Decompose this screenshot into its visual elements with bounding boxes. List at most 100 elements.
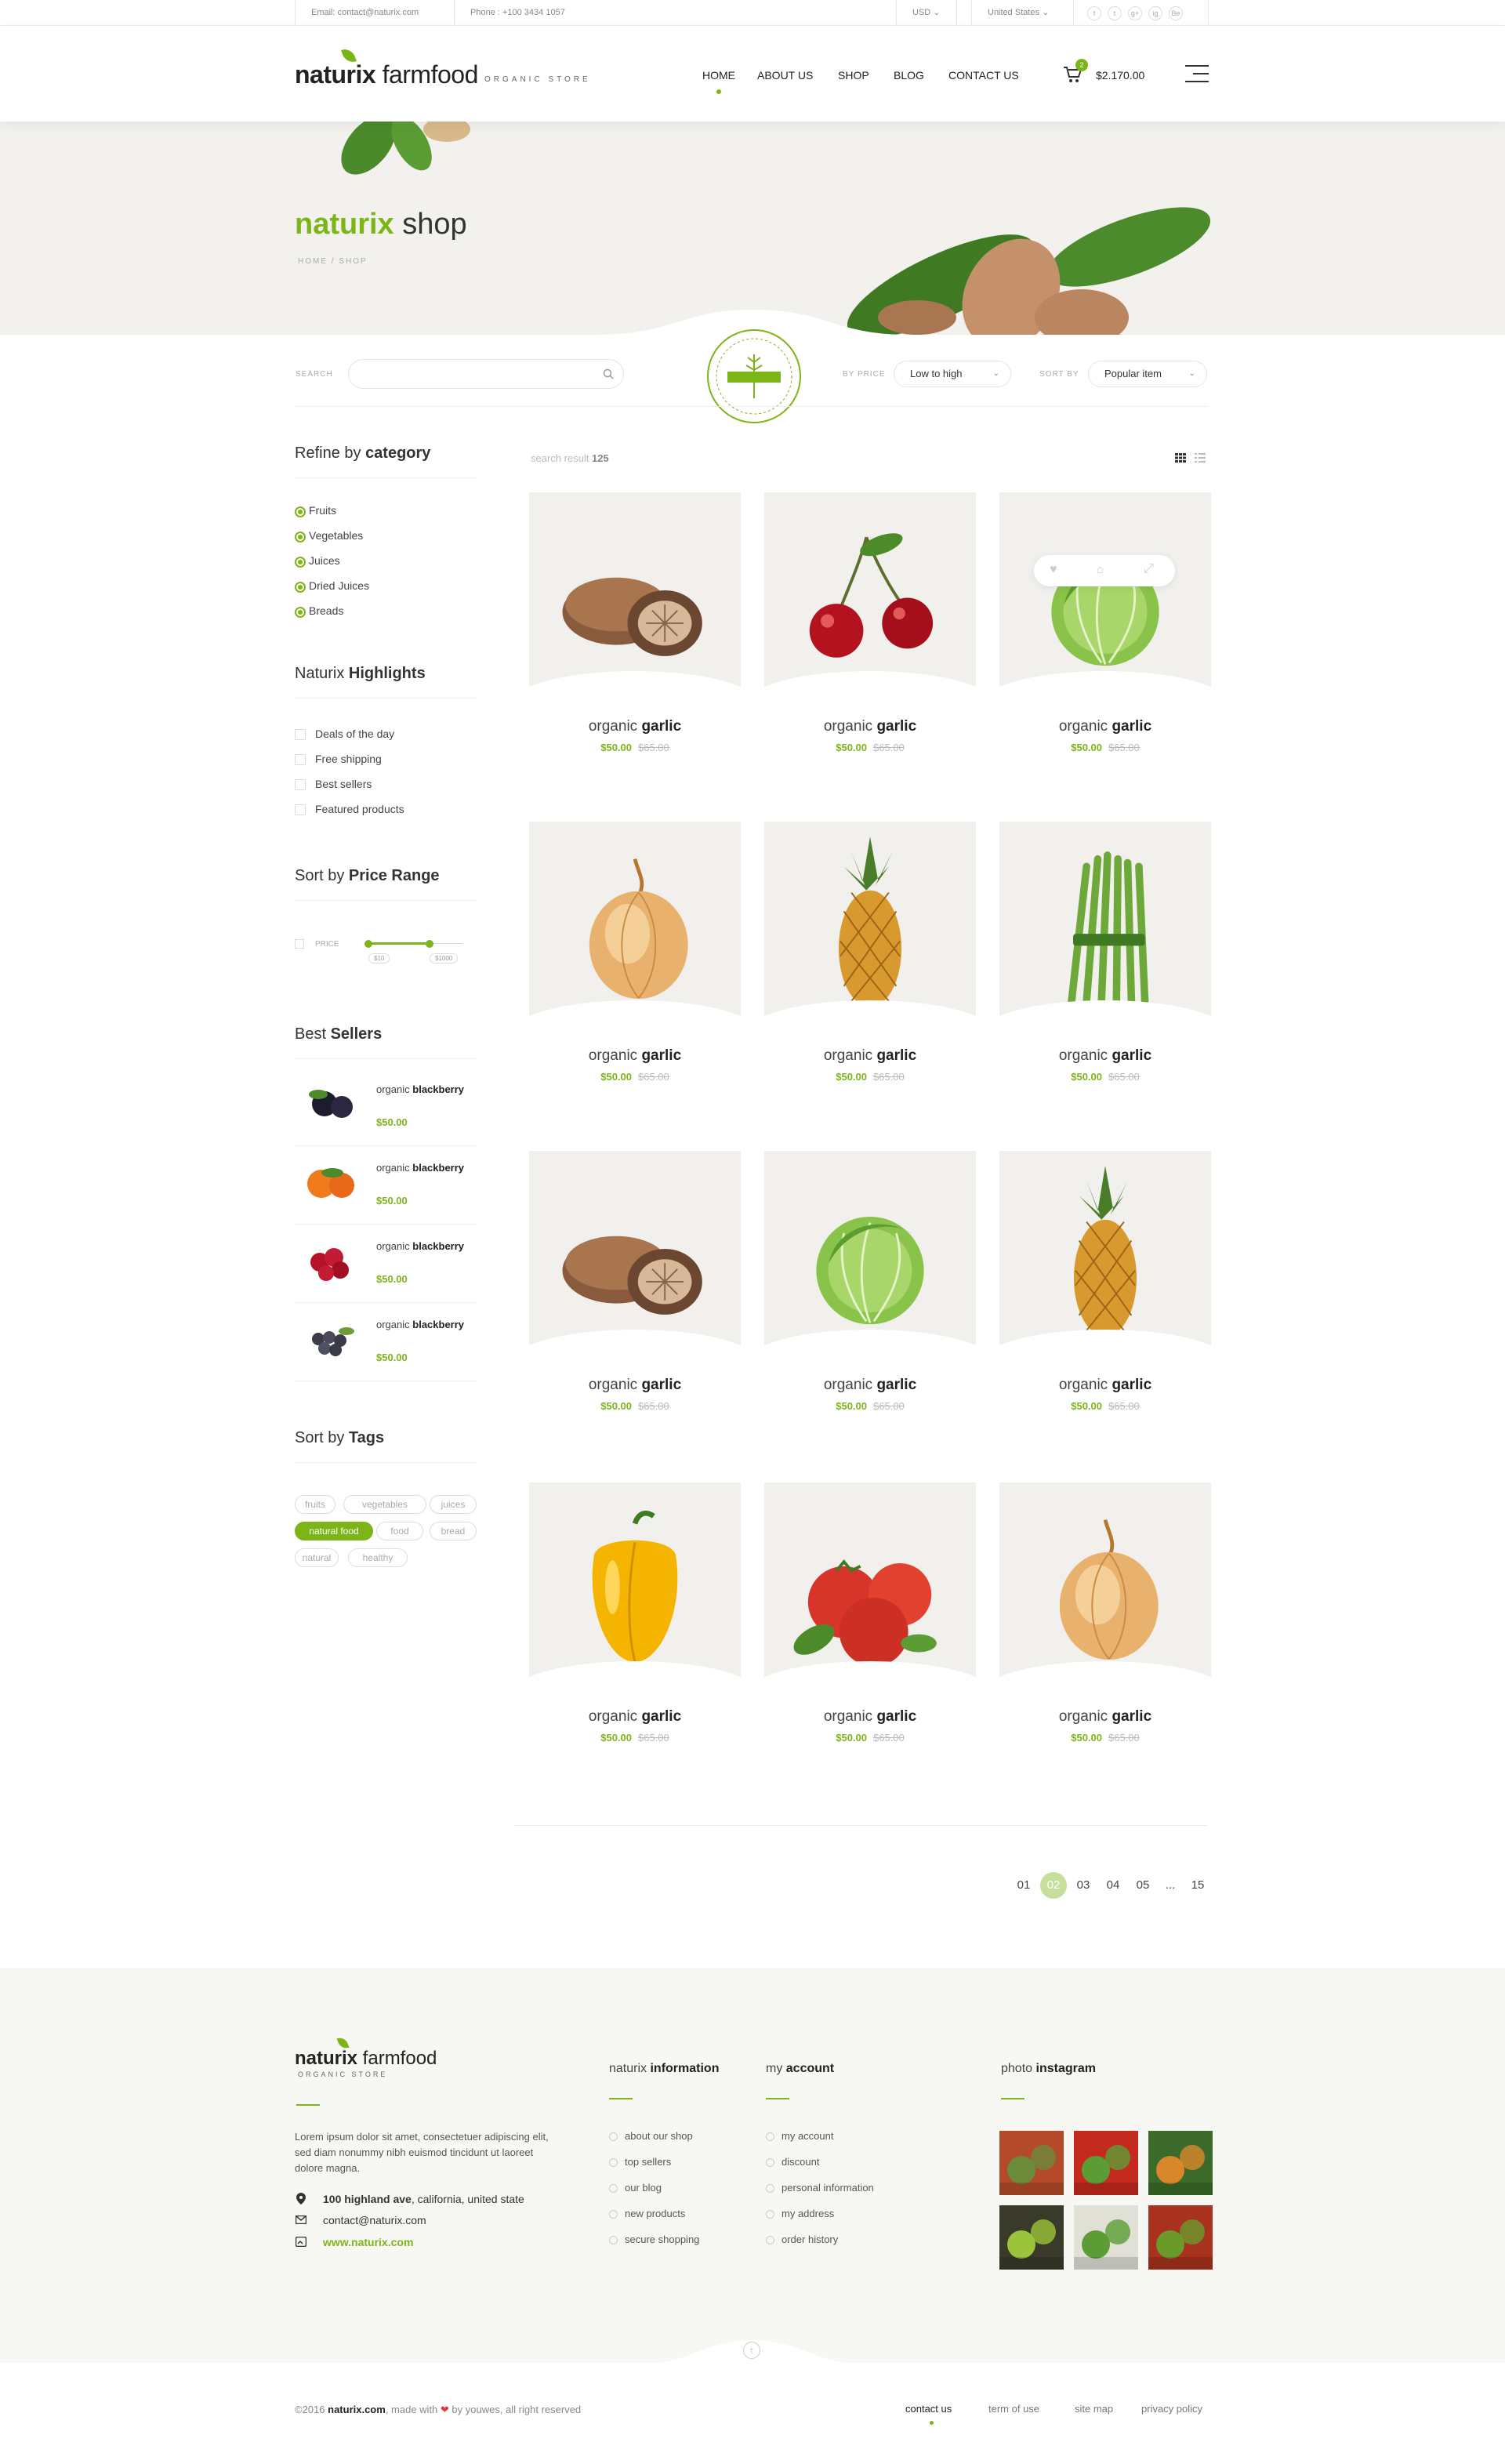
highlight-checkbox[interactable]: Free shipping [295, 753, 382, 765]
best-seller-name[interactable]: organic blackberry [376, 1319, 464, 1330]
product-card[interactable]: organic garlic $50.00 $65.00 [764, 1151, 976, 1417]
facebook-icon[interactable]: f [1087, 6, 1101, 20]
tomato-image[interactable] [764, 1482, 976, 1677]
tag-item[interactable]: healthy [348, 1548, 408, 1567]
asparagus-image[interactable] [999, 822, 1211, 1016]
footer-link-term-of-use[interactable]: term of use [988, 2403, 1039, 2415]
tag-item[interactable]: bread [430, 1522, 477, 1540]
best-seller-item[interactable]: organic blackberry $50.00 [295, 1146, 477, 1225]
product-card[interactable]: organic garlic $50.00 $65.00 [999, 822, 1211, 1088]
page-link[interactable]: 15 [1184, 1872, 1211, 1899]
nav-home[interactable]: HOME [702, 69, 735, 94]
menu-icon[interactable] [1185, 64, 1209, 84]
basket-icon[interactable]: ⌂ [1097, 563, 1104, 576]
product-card[interactable]: organic garlic $50.00 $65.00 [764, 492, 976, 759]
cabbage-image[interactable]: ♥ ⌂ ⤢ [999, 492, 1211, 687]
cherry-image[interactable] [764, 492, 976, 687]
price-sort-select[interactable]: Low to high ⌄ [894, 361, 1011, 387]
price-slider-min-handle[interactable] [364, 940, 372, 948]
footer-email[interactable]: contact@naturix.com [323, 2214, 426, 2226]
tag-item[interactable]: fruits [295, 1495, 335, 1514]
highlight-checkbox[interactable]: Featured products [295, 803, 404, 815]
twitter-icon[interactable]: t [1108, 6, 1122, 20]
page-link[interactable]: 02 [1040, 1872, 1067, 1899]
footer-information-link[interactable]: our blog [609, 2182, 662, 2194]
cart-total[interactable]: $2.170.00 [1096, 69, 1144, 82]
footer-account-link[interactable]: my account [766, 2130, 833, 2142]
pineapple-image[interactable] [764, 822, 976, 1016]
footer-information-link[interactable]: about our shop [609, 2130, 693, 2142]
currency-select[interactable]: USD ⌄ [896, 0, 957, 26]
product-card[interactable]: organic garlic $50.00 $65.00 [764, 822, 976, 1088]
best-seller-name[interactable]: organic blackberry [376, 1162, 464, 1174]
product-card[interactable]: organic garlic $50.00 $65.00 [529, 1151, 741, 1417]
category-item[interactable]: Juices [295, 554, 340, 568]
page-link[interactable]: 03 [1070, 1872, 1097, 1899]
product-name[interactable]: organic garlic [764, 1047, 976, 1065]
grid-view-icon[interactable] [1175, 453, 1186, 463]
best-seller-item[interactable]: organic blackberry $50.00 [295, 1225, 477, 1303]
mushroom-image[interactable] [529, 1151, 741, 1345]
product-card[interactable]: organic garlic $50.00 $65.00 [999, 1482, 1211, 1749]
nav-blog[interactable]: BLOG [894, 69, 924, 82]
sort-by-select[interactable]: Popular item ⌄ [1088, 361, 1207, 387]
product-name[interactable]: organic garlic [529, 718, 741, 735]
product-card[interactable]: organic garlic $50.00 $65.00 [999, 1151, 1211, 1417]
instagram-photo[interactable] [999, 2131, 1064, 2195]
pepper-image[interactable] [529, 1482, 741, 1677]
instagram-photo[interactable] [1074, 2131, 1138, 2195]
product-name[interactable]: organic garlic [999, 718, 1211, 735]
footer-link-contact-us[interactable]: contact us [905, 2403, 952, 2415]
category-item[interactable]: Breads [295, 604, 343, 618]
tag-item[interactable]: vegetables [343, 1495, 426, 1514]
footer-account-link[interactable]: order history [766, 2234, 838, 2245]
product-name[interactable]: organic garlic [529, 1708, 741, 1726]
list-view-icon[interactable] [1195, 453, 1206, 463]
nav-about-us[interactable]: ABOUT US [757, 69, 813, 82]
scroll-to-top-icon[interactable]: ↑ [743, 2342, 760, 2359]
product-card[interactable]: ♥ ⌂ ⤢ organic garlic $50.00 $65.00 [999, 492, 1211, 759]
instagram-photo[interactable] [1074, 2205, 1138, 2270]
page-link[interactable]: 05 [1130, 1872, 1156, 1899]
nav-shop[interactable]: SHOP [838, 69, 869, 82]
category-item[interactable]: Fruits [295, 504, 336, 517]
onion-image[interactable] [529, 822, 741, 1016]
footer-link-site-map[interactable]: site map [1075, 2403, 1113, 2415]
search-input[interactable] [348, 359, 624, 389]
heart-icon[interactable]: ♥ [1050, 563, 1057, 577]
google-plus-icon[interactable]: g+ [1128, 6, 1142, 20]
product-name[interactable]: organic garlic [529, 1377, 741, 1394]
price-checkbox[interactable] [295, 939, 304, 949]
price-slider-max-handle[interactable] [426, 940, 433, 948]
footer-account-link[interactable]: discount [766, 2156, 819, 2168]
product-card[interactable]: organic garlic $50.00 $65.00 [764, 1482, 976, 1749]
product-name[interactable]: organic garlic [764, 718, 976, 735]
product-name[interactable]: organic garlic [999, 1708, 1211, 1726]
breadcrumb[interactable]: HOME / SHOP [298, 257, 368, 266]
best-seller-name[interactable]: organic blackberry [376, 1240, 464, 1252]
product-name[interactable]: organic garlic [999, 1377, 1211, 1394]
page-link[interactable]: 01 [1010, 1872, 1037, 1899]
instagram-photo[interactable] [1148, 2131, 1213, 2195]
behance-icon[interactable]: Be [1169, 6, 1183, 20]
product-card[interactable]: organic garlic $50.00 $65.00 [529, 1482, 741, 1749]
product-name[interactable]: organic garlic [764, 1377, 976, 1394]
tag-item[interactable]: natural [295, 1548, 339, 1567]
instagram-icon[interactable]: ig [1148, 6, 1162, 20]
product-name[interactable]: organic garlic [529, 1047, 741, 1065]
cabbage-image[interactable] [764, 1151, 976, 1345]
highlight-checkbox[interactable]: Deals of the day [295, 728, 394, 740]
footer-logo[interactable]: naturix farmfood [295, 2035, 437, 2070]
expand-icon[interactable]: ⤢ [1144, 562, 1154, 576]
product-card[interactable]: organic garlic $50.00 $65.00 [529, 492, 741, 759]
search-icon[interactable] [603, 368, 614, 379]
page-link[interactable]: 04 [1100, 1872, 1126, 1899]
product-name[interactable]: organic garlic [764, 1708, 976, 1726]
footer-information-link[interactable]: new products [609, 2208, 685, 2219]
best-seller-item[interactable]: organic blackberry $50.00 [295, 1303, 477, 1381]
footer-account-link[interactable]: personal information [766, 2182, 874, 2194]
mushroom-image[interactable] [529, 492, 741, 687]
product-name[interactable]: organic garlic [999, 1047, 1211, 1065]
tag-item[interactable]: food [376, 1522, 423, 1540]
pineapple-image[interactable] [999, 1151, 1211, 1345]
